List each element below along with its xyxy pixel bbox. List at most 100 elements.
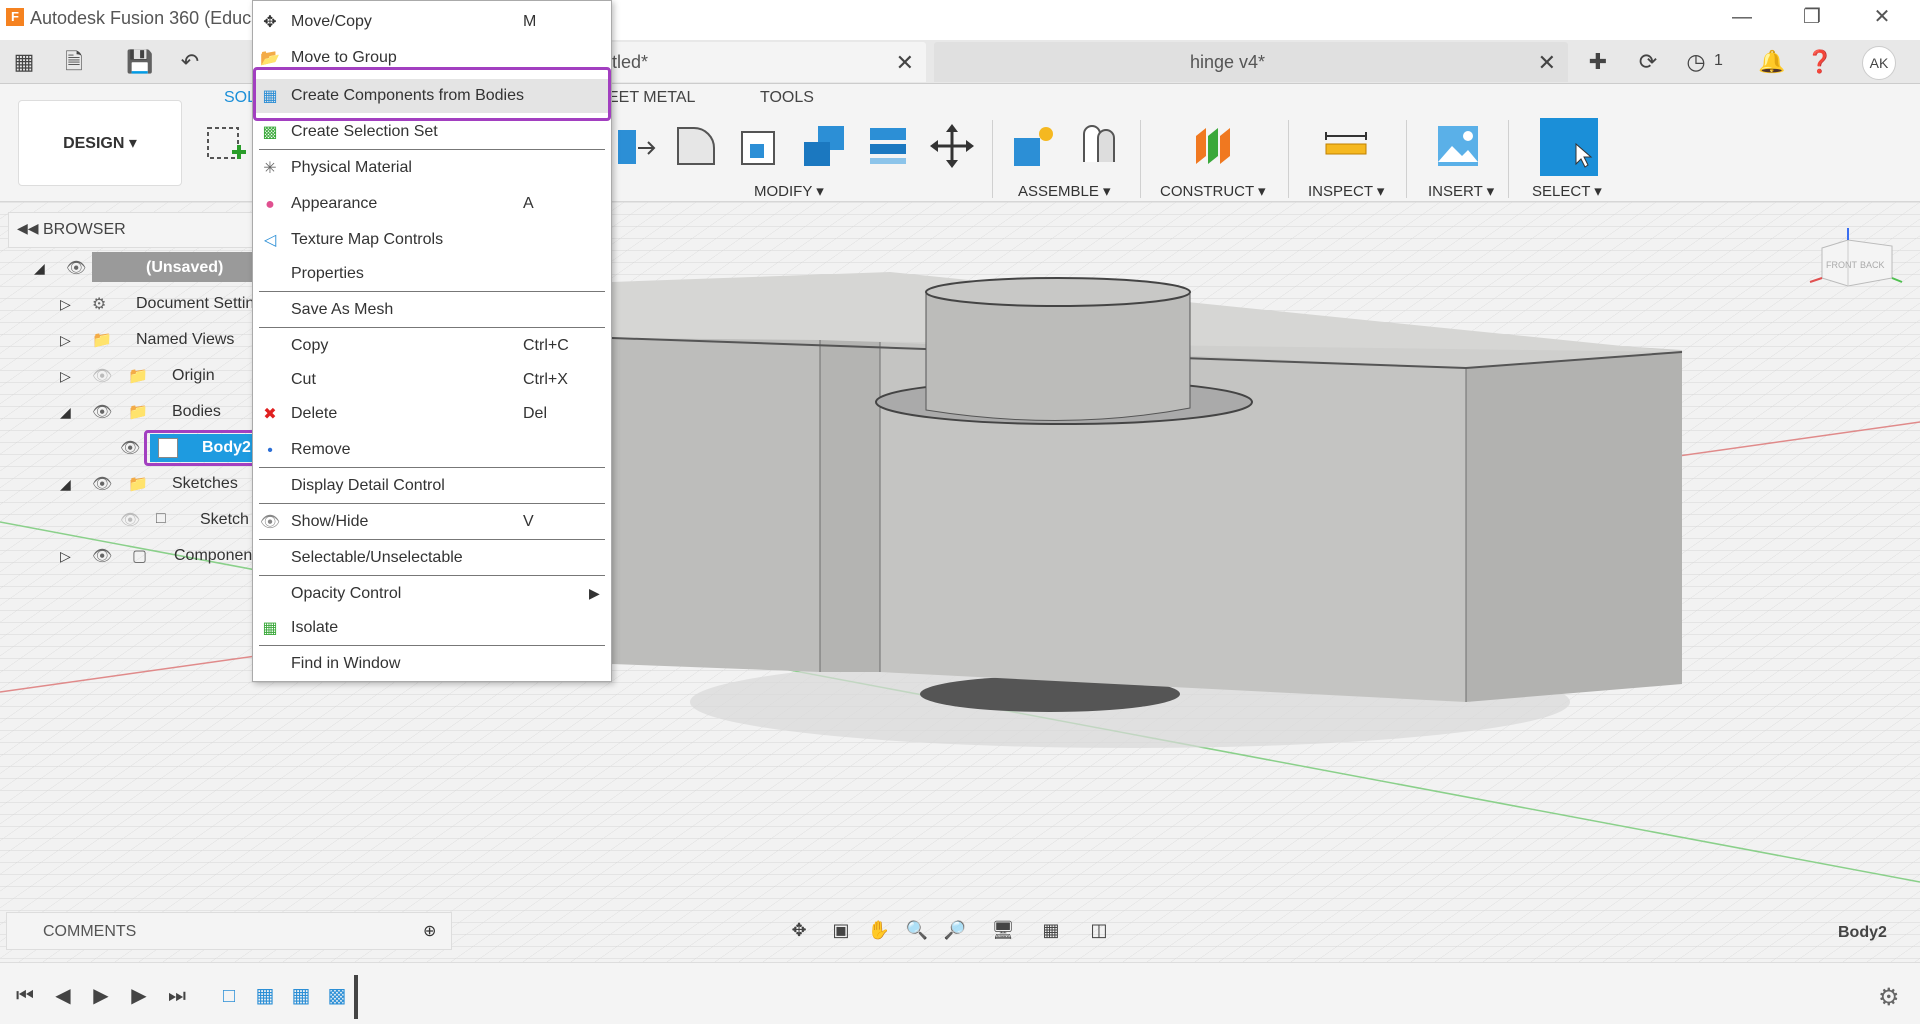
construct-plane-icon[interactable] [1190, 122, 1238, 170]
menu-item-selectable-unselectable[interactable]: Selectable/Unselectable [253, 541, 611, 575]
create-sketch-icon[interactable] [202, 122, 250, 170]
eye-icon[interactable]: 👁 [92, 402, 114, 422]
go-to-end-icon[interactable]: ⏭ [164, 983, 190, 1009]
close-tab-icon[interactable]: ✕ [1538, 50, 1556, 76]
menu-item-find-in-window[interactable]: Find in Window [253, 647, 611, 681]
joint-icon[interactable] [1074, 122, 1122, 170]
tree-row-named-views[interactable]: ▷ 📁 Named Views [8, 324, 258, 356]
look-at-icon[interactable]: ▣ [826, 920, 856, 946]
timeline-combine-icon[interactable]: ▩ [324, 983, 350, 1009]
hidden-eye-icon[interactable]: 👁 [120, 510, 142, 530]
expand-triangle-icon[interactable]: ◢ [60, 476, 74, 492]
extensions-icon[interactable]: ⟳ [1634, 48, 1662, 76]
construct-menu[interactable]: CONSTRUCT ▾ [1160, 182, 1266, 200]
gear-icon[interactable]: ⚙ [1878, 983, 1900, 1012]
tab-hinge[interactable]: hinge v4* ✕ [934, 42, 1568, 82]
workspace-design-button[interactable]: DESIGN ▾ [18, 100, 182, 186]
insert-menu[interactable]: INSERT ▾ [1428, 182, 1494, 200]
tree-row-component[interactable]: ▷ 👁 ▢ Componen [8, 540, 258, 572]
expand-triangle-icon[interactable]: ▷ [60, 296, 74, 312]
data-panel-grid-icon[interactable]: ▦ [10, 48, 38, 76]
tree-row-origin[interactable]: ▷ 👁 📁 Origin [8, 360, 258, 392]
select-menu[interactable]: SELECT ▾ [1532, 182, 1602, 200]
collapse-browser-icon[interactable]: ◀◀ [17, 220, 39, 237]
tree-row-sketch[interactable]: 👁 □ Sketch [8, 504, 258, 536]
menu-item-cut[interactable]: Cut Ctrl+X [253, 363, 611, 397]
orbit-icon[interactable]: ✥ [784, 920, 814, 946]
new-tab-icon[interactable]: ✚ [1584, 48, 1612, 76]
menu-item-isolate[interactable]: ▦ Isolate [253, 611, 611, 645]
expand-triangle-icon[interactable]: ◢ [60, 404, 74, 420]
step-forward-icon[interactable]: ▶ [126, 983, 152, 1009]
timeline-extrude-icon[interactable]: ▦ [288, 983, 314, 1009]
eye-icon[interactable]: 👁 [66, 258, 88, 278]
menu-item-properties[interactable]: Properties [253, 257, 611, 291]
new-component-icon[interactable] [1010, 122, 1058, 170]
tree-row-document-settings[interactable]: ▷ ⚙ Document Settin [8, 288, 258, 320]
combine-icon[interactable] [800, 122, 848, 170]
insert-image-icon[interactable] [1434, 122, 1482, 170]
grid-settings-icon[interactable]: ▦ [1036, 920, 1066, 946]
menu-item-delete[interactable]: ✖ Delete Del [253, 397, 611, 431]
minimize-button[interactable]: — [1722, 4, 1762, 30]
eye-icon[interactable]: 👁 [92, 546, 114, 566]
select-tool-icon[interactable] [1540, 118, 1598, 176]
add-comment-icon[interactable]: ⊕ [423, 921, 436, 941]
play-icon[interactable]: ▶ [88, 983, 114, 1009]
undo-icon[interactable]: ↶ [176, 48, 204, 76]
tab-sheet-metal[interactable]: EET METAL [608, 89, 695, 107]
fit-icon[interactable]: 🔎 [940, 920, 970, 946]
eye-icon[interactable]: 👁 [92, 474, 114, 494]
assemble-menu[interactable]: ASSEMBLE ▾ [1018, 182, 1111, 200]
menu-item-save-as-mesh[interactable]: Save As Mesh [253, 293, 611, 327]
modify-menu[interactable]: MODIFY ▾ [754, 182, 824, 200]
shell-icon[interactable] [736, 122, 784, 170]
press-pull-icon[interactable] [612, 122, 660, 170]
viewports-icon[interactable]: ◫ [1084, 920, 1114, 946]
user-avatar[interactable]: AK [1862, 46, 1896, 80]
expand-triangle-icon[interactable]: ◢ [34, 260, 48, 276]
menu-item-copy[interactable]: Copy Ctrl+C [253, 329, 611, 363]
eye-icon[interactable]: 👁 [120, 438, 142, 458]
pan-hand-icon[interactable]: ✋ [864, 920, 894, 946]
tree-row-sketches[interactable]: ◢ 👁 📁 Sketches [8, 468, 258, 500]
menu-item-texture-map-controls[interactable]: ◁ Texture Map Controls [253, 223, 611, 257]
menu-item-move-copy[interactable]: ✥ Move/Copy M [253, 5, 611, 39]
menu-item-physical-material[interactable]: ✳ Physical Material [253, 151, 611, 185]
tree-row-root[interactable]: ◢ 👁 (Unsaved) [8, 252, 258, 284]
go-to-start-icon[interactable]: ⏮ [12, 983, 38, 1009]
display-settings-icon[interactable]: 🖥 [988, 920, 1018, 946]
expand-triangle-icon[interactable]: ▷ [60, 368, 74, 384]
job-status-icon[interactable]: ◷ [1682, 48, 1710, 76]
expand-triangle-icon[interactable]: ▷ [60, 332, 74, 348]
menu-item-remove[interactable]: • Remove [253, 433, 611, 467]
expand-triangle-icon[interactable]: ▷ [60, 548, 74, 564]
menu-item-show-hide[interactable]: 👁 Show/Hide V [253, 505, 611, 539]
tab-tools[interactable]: TOOLS [760, 89, 814, 107]
help-icon[interactable]: ❓ [1806, 48, 1834, 76]
step-back-icon[interactable]: ◀ [50, 983, 76, 1009]
zoom-icon[interactable]: 🔍 [902, 920, 932, 946]
inspect-menu[interactable]: INSPECT ▾ [1308, 182, 1384, 200]
timeline-sketch-icon[interactable]: □ [216, 983, 242, 1009]
restore-button[interactable]: ❐ [1792, 4, 1832, 30]
save-icon[interactable]: 💾 [126, 48, 154, 76]
file-menu-icon[interactable]: 🗎 [60, 48, 88, 76]
hidden-eye-icon[interactable]: 👁 [92, 366, 114, 386]
tab-untitled[interactable]: tled* ✕ [598, 42, 926, 82]
fillet-icon[interactable] [672, 122, 720, 170]
close-window-button[interactable]: ✕ [1862, 4, 1902, 30]
menu-item-appearance[interactable]: ● Appearance A [253, 187, 611, 221]
move-copy-icon[interactable] [928, 122, 976, 170]
tree-row-bodies[interactable]: ◢ 👁 📁 Bodies [8, 396, 258, 428]
offset-face-icon[interactable] [864, 122, 912, 170]
menu-item-opacity-control[interactable]: Opacity Control ▶ [253, 577, 611, 611]
close-tab-icon[interactable]: ✕ [896, 50, 914, 76]
timeline-extrude-icon[interactable]: ▦ [252, 983, 278, 1009]
measure-icon[interactable] [1322, 122, 1370, 170]
timeline-marker[interactable] [354, 975, 358, 1019]
menu-item-display-detail-control[interactable]: Display Detail Control [253, 469, 611, 503]
notifications-bell-icon[interactable]: 🔔 [1758, 48, 1786, 76]
tree-row-body2[interactable]: 👁 Body2 [8, 430, 260, 466]
viewcube[interactable]: FRONT BACK [1808, 228, 1904, 298]
